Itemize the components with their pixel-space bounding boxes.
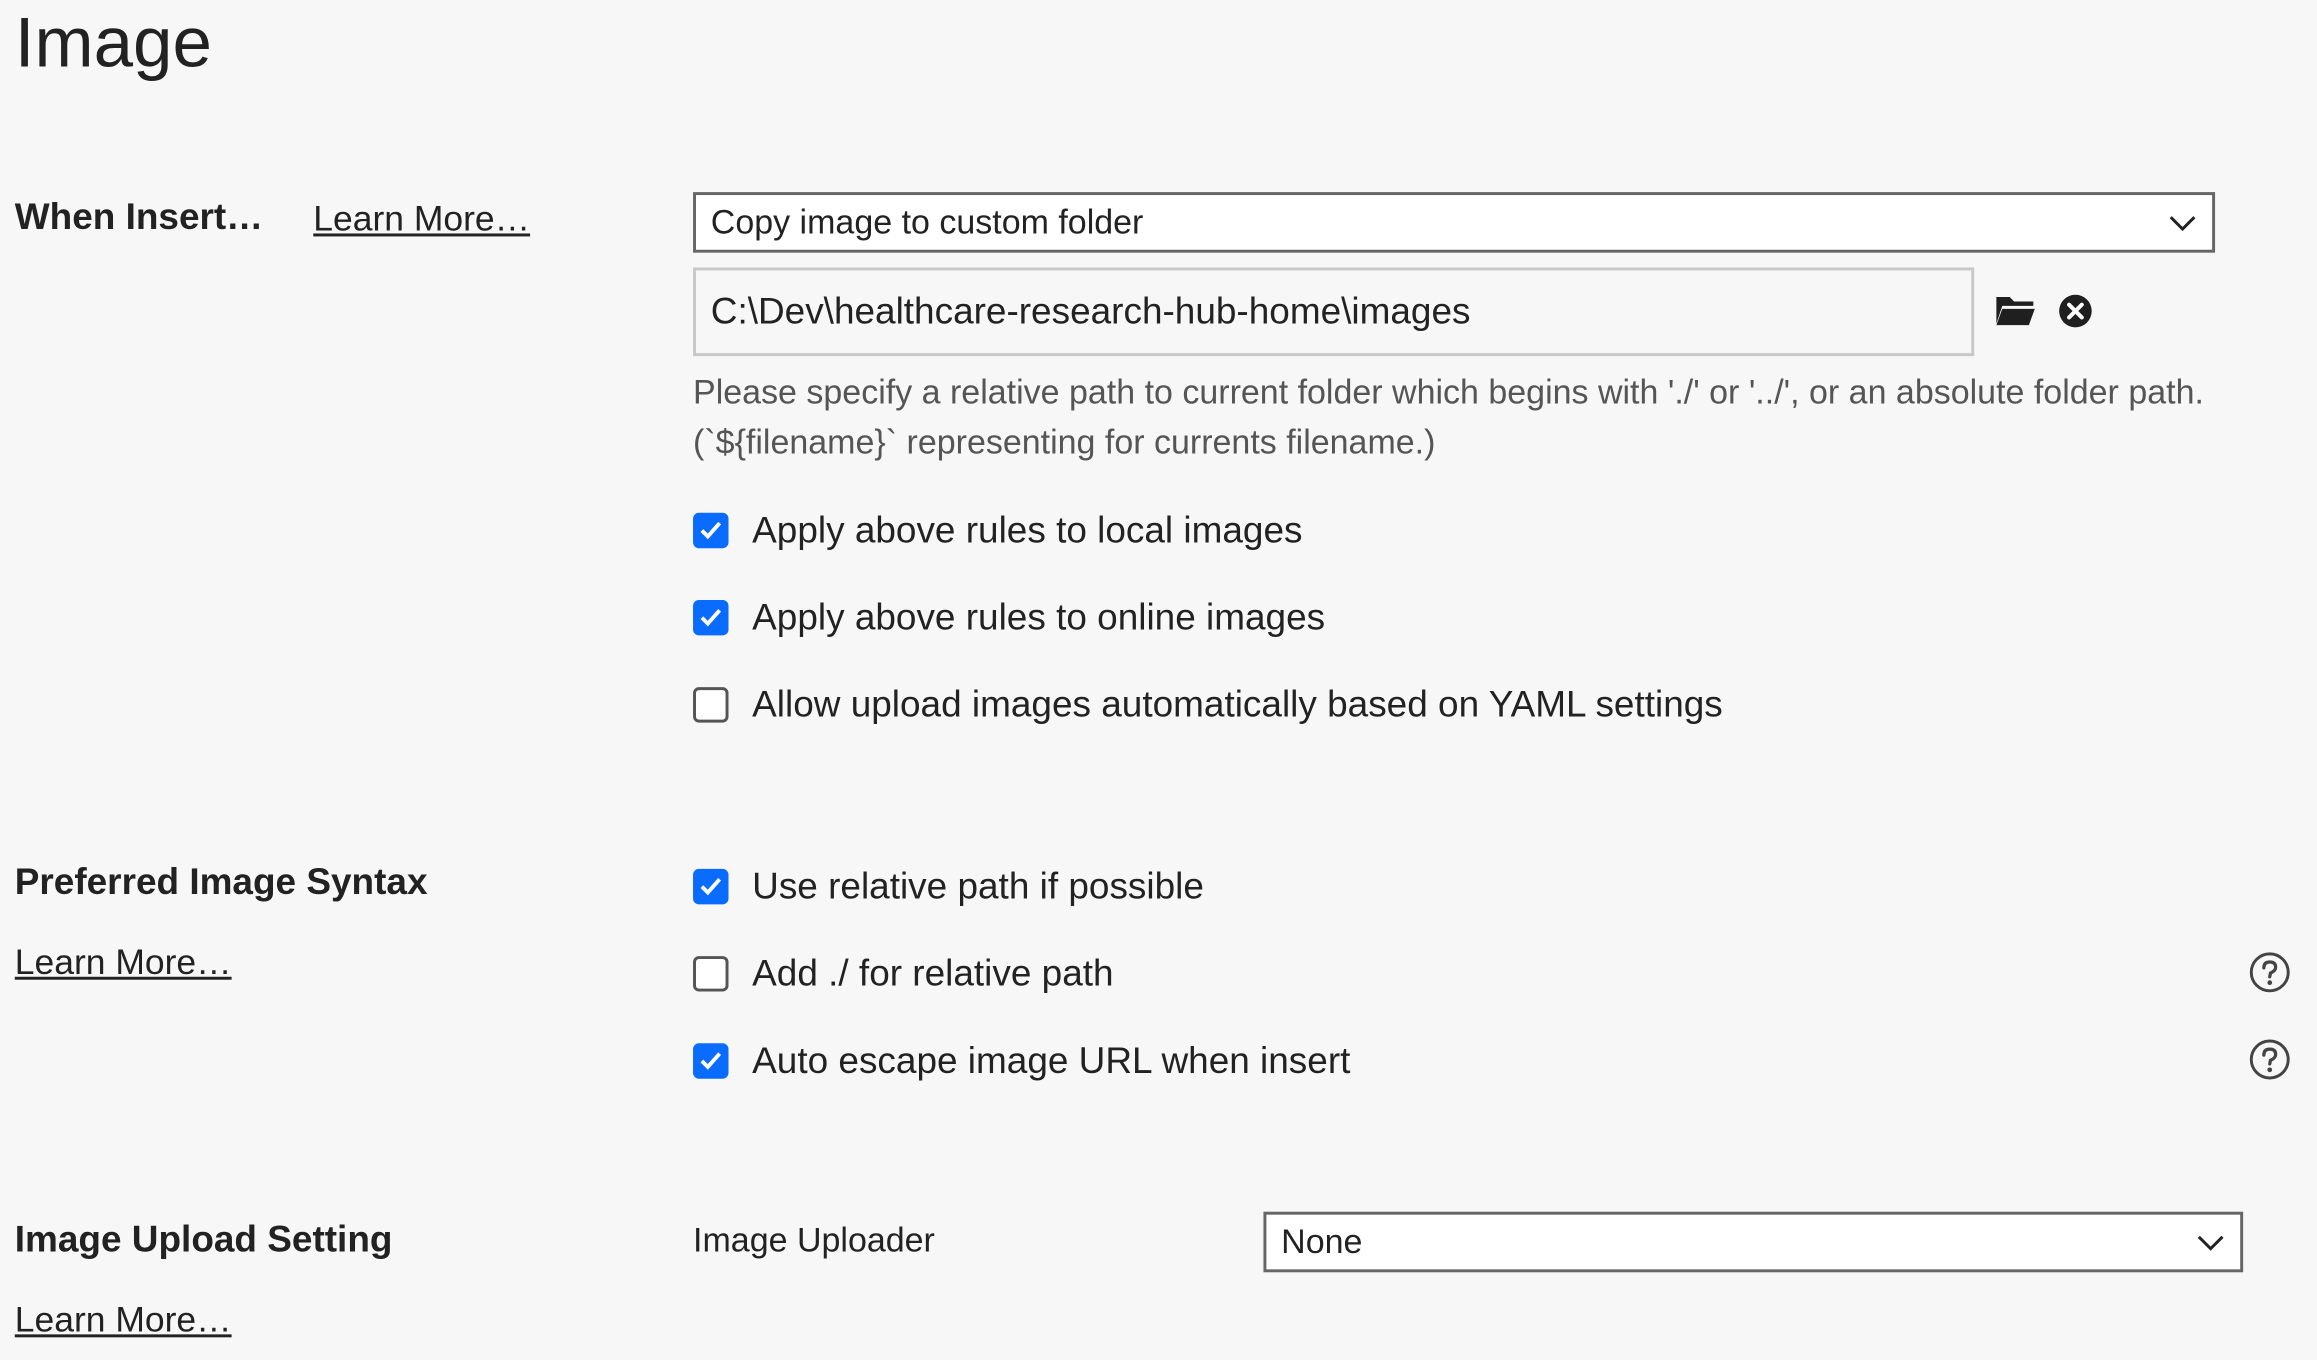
- add-dot-slash-label: Add ./ for relative path: [752, 952, 1114, 994]
- auto-escape-url-option[interactable]: Auto escape image URL when insert: [693, 1039, 1350, 1083]
- apply-local-images-checkbox[interactable]: [693, 512, 729, 549]
- help-icon[interactable]: [2249, 1039, 2290, 1080]
- use-relative-path-option[interactable]: Use relative path if possible: [693, 864, 1204, 908]
- add-dot-slash-checkbox[interactable]: [693, 956, 729, 992]
- preferred-syntax-label: Preferred Image Syntax: [14, 861, 428, 903]
- chevron-down-icon: [2197, 1235, 2224, 1251]
- settings-page: Image When Insert… Learn More… Copy imag…: [0, 0, 2317, 1359]
- folder-icon[interactable]: [1995, 293, 2036, 328]
- apply-local-images-label: Apply above rules to local images: [752, 509, 1303, 551]
- apply-online-images-checkbox[interactable]: [693, 599, 729, 636]
- use-relative-path-label: Use relative path if possible: [752, 865, 1204, 907]
- when-insert-label: When Insert…: [14, 196, 264, 238]
- auto-upload-yaml-checkbox[interactable]: [693, 687, 729, 723]
- image-uploader-select[interactable]: None: [1263, 1211, 2244, 1273]
- insert-action-select[interactable]: Copy image to custom folder: [693, 192, 2216, 253]
- auto-upload-yaml-label: Allow upload images automatically based …: [752, 683, 1723, 725]
- auto-escape-url-checkbox[interactable]: [693, 1043, 729, 1079]
- checkmark-icon: [700, 521, 722, 540]
- checkmark-icon: [700, 877, 722, 896]
- apply-local-images-option[interactable]: Apply above rules to local images: [693, 508, 1303, 552]
- auto-upload-yaml-option[interactable]: Allow upload images automatically based …: [693, 683, 1723, 727]
- preferred-syntax-learn-more-link[interactable]: Learn More…: [15, 943, 232, 984]
- when-insert-learn-more-link[interactable]: Learn More…: [313, 199, 530, 240]
- add-dot-slash-option[interactable]: Add ./ for relative path: [693, 952, 1114, 996]
- folder-path-hint: Please specify a relative path to curren…: [693, 372, 2204, 462]
- page-title: Image: [14, 4, 212, 83]
- custom-folder-path-value: C:\Dev\healthcare-research-hub-home\imag…: [710, 290, 1471, 332]
- chevron-down-icon: [2169, 215, 2196, 231]
- clear-icon[interactable]: [2058, 294, 2092, 328]
- apply-online-images-label: Apply above rules to online images: [752, 596, 1326, 638]
- help-icon[interactable]: [2249, 952, 2290, 993]
- upload-setting-label: Image Upload Setting: [14, 1219, 393, 1261]
- custom-folder-path-input[interactable]: C:\Dev\healthcare-research-hub-home\imag…: [693, 267, 1975, 357]
- checkmark-icon: [700, 609, 722, 627]
- upload-setting-learn-more-link[interactable]: Learn More…: [15, 1300, 232, 1341]
- insert-action-select-value: Copy image to custom folder: [710, 202, 1144, 241]
- image-uploader-label: Image Uploader: [693, 1220, 935, 1260]
- checkmark-icon: [700, 1052, 722, 1070]
- use-relative-path-checkbox[interactable]: [693, 868, 729, 905]
- auto-escape-url-label: Auto escape image URL when insert: [752, 1039, 1351, 1081]
- apply-online-images-option[interactable]: Apply above rules to online images: [693, 596, 1325, 640]
- image-uploader-select-value: None: [1281, 1222, 1363, 1261]
